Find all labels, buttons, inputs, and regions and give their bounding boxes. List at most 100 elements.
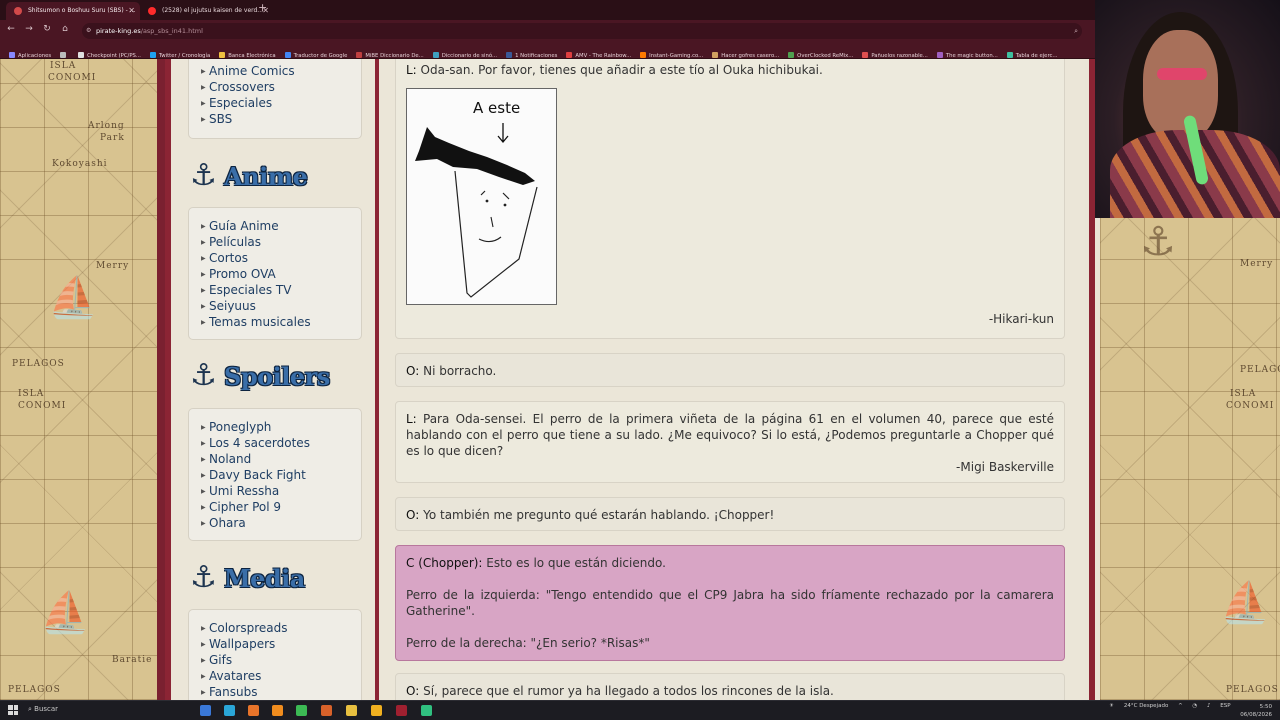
sidebar-item-avatares[interactable]: ▶ Avatares [201, 668, 361, 684]
bookmark-item[interactable]: Diccionario de sinó... [432, 48, 497, 58]
bookmark-item[interactable]: AMV - The Rainbow... [566, 48, 631, 58]
sidebar-item-gifs[interactable]: ▶ Gifs [201, 652, 361, 668]
sidebar-item-label: Colorspreads [209, 621, 288, 635]
bookmark-favicon-icon [566, 52, 573, 58]
answer-body: Sí, parece que el rumor ya ha llegado a … [419, 684, 834, 698]
volume-icon[interactable]: ♪ [1207, 703, 1211, 709]
bookmark-item[interactable]: Checkpoint (PC/PS... [78, 48, 141, 58]
bookmark-item[interactable]: Instant-Gaming.co... [640, 48, 703, 58]
tab-title: Shitsumon o Boshuu Suru (SBS) - ... [28, 7, 136, 14]
bookmark-item[interactable]: Traductor de Google [284, 48, 347, 58]
sidebar-item-label: Crossovers [209, 80, 275, 94]
forward-icon[interactable]: → [22, 24, 36, 34]
weather-icon[interactable]: ☀ [1109, 703, 1114, 709]
sidebar-item-especiales[interactable]: ▶ Especiales [201, 95, 361, 111]
bookmark-item[interactable]: The magic button... [936, 48, 998, 58]
network-icon[interactable]: ◔ [1192, 703, 1197, 709]
bookmark-item[interactable]: Hacer gofres casero... [712, 48, 779, 58]
sidebar-item-fansubs[interactable]: ▶ Fansubs [201, 684, 361, 700]
map-label: ISLA [18, 389, 45, 399]
language-indicator[interactable]: ESP [1220, 703, 1230, 709]
map-label: Arlong [88, 121, 125, 131]
new-tab-icon[interactable]: + [258, 1, 267, 14]
bullet-arrow-icon: ▶ [201, 625, 206, 632]
bullet-arrow-icon: ▶ [201, 641, 206, 648]
sidebar-item-ohara[interactable]: ▶ Ohara [201, 515, 361, 531]
bookmark-favicon-icon [149, 52, 156, 58]
map-label: Merry [96, 261, 130, 271]
sidebar-item-cipher-pol-9[interactable]: ▶ Cipher Pol 9 [201, 499, 361, 515]
obs-app-icon[interactable] [421, 705, 432, 716]
sidebar-item-wallpapers[interactable]: ▶ Wallpapers [201, 636, 361, 652]
bookmark-item[interactable]: 1 Notificaciones [506, 48, 557, 58]
home-icon[interactable]: ⌂ [58, 24, 72, 34]
start-icon[interactable] [8, 705, 18, 715]
tab-sbs[interactable]: Shitsumon o Boshuu Suru (SBS) - ... ✕ [6, 2, 140, 20]
map-label: Baratie [112, 655, 153, 665]
sidebar-item-guia-anime[interactable]: ▶ Guía Anime [201, 218, 361, 234]
bookmark-item[interactable]: MiBE Diccionario De... [356, 48, 424, 58]
ship-icon: ⛵ [1220, 580, 1270, 626]
speaker-label: L: [406, 412, 417, 426]
bullet-arrow-icon: ▶ [201, 271, 206, 278]
sidebar-item-label: Películas [209, 235, 262, 249]
sidebar-item-cortos[interactable]: ▶ Cortos [201, 250, 361, 266]
site-info-icon[interactable]: ⚙ [86, 23, 91, 39]
back-icon[interactable]: ← [4, 24, 18, 34]
bookmark-item[interactable]: Pañuelos razonable... [862, 48, 928, 58]
sidebar-item-sacerdotes[interactable]: ▶ Los 4 sacerdotes [201, 435, 361, 451]
bookmark-item[interactable]: Banca Electrónica [219, 48, 276, 58]
clock[interactable]: 5:50 06/08/2026 [1240, 703, 1272, 719]
url-domain: pirate-king.es [96, 27, 141, 35]
firefox-app-icon[interactable] [248, 705, 259, 716]
folder-app-icon[interactable] [346, 705, 357, 716]
sidebar-item-davy-back-fight[interactable]: ▶ Davy Back Fight [201, 467, 361, 483]
sidebar-item-label: Gifs [209, 653, 233, 667]
bookmark-item[interactable]: Tabla de ejerc... [1006, 48, 1057, 58]
bookmark-favicon-icon [788, 52, 795, 58]
sidebar-item-seiyuus[interactable]: ▶ Seiyuus [201, 298, 361, 314]
speaker-label: C (Chopper): [406, 556, 483, 570]
reader-drawing-image: A este [406, 88, 557, 305]
app-yellow-icon[interactable] [371, 705, 382, 716]
vlc-app-icon[interactable] [272, 705, 283, 716]
sidebar-item-label: Temas musicales [209, 315, 311, 329]
chrome-app-icon[interactable] [296, 705, 307, 716]
sidebar-item-noland[interactable]: ▶ Noland [201, 451, 361, 467]
map-label: PELAGOS [8, 685, 61, 695]
bookmark-item[interactable]: Aplicaciones [9, 48, 51, 58]
map-label: Park [100, 133, 125, 143]
sidebar-item-especiales-tv[interactable]: ▶ Especiales TV [201, 282, 361, 298]
zoom-icon[interactable]: ⌕ [1074, 23, 1078, 39]
sidebar-item-sbs[interactable]: ▶ SBS [201, 111, 361, 127]
sidebar-item-promo-ova[interactable]: ▶ Promo OVA [201, 266, 361, 282]
chopper-right-dog: Perro de la derecha: "¿En serio? *Risas*… [406, 636, 650, 650]
sidebar-item-colorspreads[interactable]: ▶ Colorspreads [201, 620, 361, 636]
close-tab-icon[interactable]: ✕ [128, 2, 135, 20]
bullet-arrow-icon: ▶ [201, 440, 206, 447]
bullet-arrow-icon: ▶ [201, 456, 206, 463]
address-input[interactable]: ⚙ pirate-king.es/asp_sbs_in41.html ⌕ [82, 23, 1082, 39]
bookmark-favicon-icon [862, 52, 869, 58]
bookmark-favicon-icon [284, 52, 291, 58]
bookmark-favicon-icon [1006, 52, 1013, 58]
sidebar-item-crossovers[interactable]: ▶ Crossovers [201, 79, 361, 95]
tray-chevron-icon[interactable]: ^ [1178, 703, 1183, 709]
taskbar-search[interactable]: ⌕ Buscar [28, 705, 58, 714]
sidebar-item-umi-ressha[interactable]: ▶ Umi Ressha [201, 483, 361, 499]
reload-icon[interactable]: ↻ [40, 24, 54, 34]
files-app-icon[interactable] [200, 705, 211, 716]
bookmark-item[interactable]: Twitter / Cronología [149, 48, 210, 58]
sidebar-item-poneglyph[interactable]: ▶ Poneglyph [201, 419, 361, 435]
bookmark-item[interactable]: OverClocked ReMix... [788, 48, 853, 58]
bookmark-item[interactable] [60, 48, 69, 58]
edge-app-icon[interactable] [224, 705, 235, 716]
app-orange-icon[interactable] [321, 705, 332, 716]
sidebar-item-peliculas[interactable]: ▶ Películas [201, 234, 361, 250]
browser-active-app-icon[interactable] [396, 705, 407, 716]
weather-text[interactable]: 24°C Despejado [1124, 703, 1168, 709]
sidebar-item-temas-musicales[interactable]: ▶ Temas musicales [201, 314, 361, 330]
sidebar-item-anime-comics[interactable]: ▶ Anime Comics [201, 63, 361, 79]
tab-youtube[interactable]: (2528) el jujutsu kaisen de verd... ✕ [140, 2, 274, 20]
sidebar-item-label: Anime Comics [209, 64, 295, 78]
